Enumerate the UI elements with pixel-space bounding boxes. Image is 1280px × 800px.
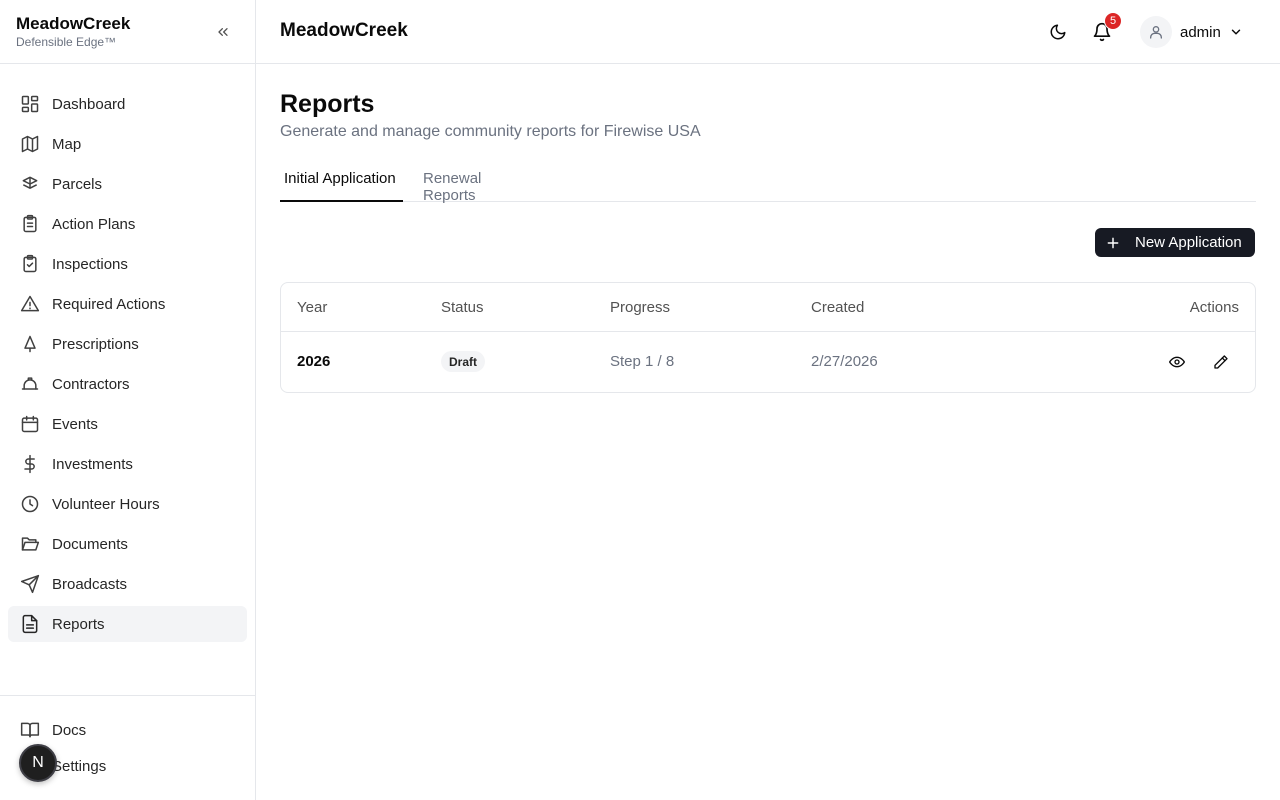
sidebar-item-investments[interactable]: Investments bbox=[8, 446, 247, 482]
sidebar-item-label: Map bbox=[52, 135, 82, 153]
cell-created: 2/27/2026 bbox=[811, 353, 878, 370]
sidebar-item-required-actions[interactable]: Required Actions bbox=[8, 286, 247, 322]
page-subtitle: Generate and manage community reports fo… bbox=[280, 123, 701, 140]
sidebar-item-inspections[interactable]: Inspections bbox=[8, 246, 247, 282]
sidebar-item-label: Investments bbox=[52, 455, 133, 473]
column-header-progress: Progress bbox=[610, 299, 671, 316]
sidebar-item-prescriptions[interactable]: Prescriptions bbox=[8, 326, 247, 362]
eye-icon bbox=[1169, 356, 1185, 368]
folder-open-icon bbox=[20, 534, 40, 554]
sidebar-item-label: Required Actions bbox=[52, 295, 166, 313]
file-text-icon bbox=[20, 614, 40, 634]
user-name: admin bbox=[1180, 23, 1221, 41]
dollar-icon bbox=[20, 454, 40, 474]
sidebar-item-parcels[interactable]: Parcels bbox=[8, 166, 247, 202]
avatar bbox=[1140, 16, 1172, 48]
sidebar-item-broadcasts[interactable]: Broadcasts bbox=[8, 566, 247, 602]
sidebar-item-label: Dashboard bbox=[52, 95, 126, 113]
report-tabs: Initial Application Renewal Reports bbox=[280, 164, 1256, 204]
send-icon bbox=[20, 574, 40, 594]
warning-triangle-icon bbox=[20, 294, 40, 314]
new-application-button[interactable]: New Application bbox=[1095, 228, 1255, 257]
table-header: Year Status Progress Created Actions bbox=[281, 283, 1255, 332]
chevron-down-icon bbox=[1231, 29, 1241, 35]
fab-label: N bbox=[32, 754, 44, 771]
hard-hat-icon bbox=[20, 374, 40, 394]
brand-subtitle: Defensible Edge™ bbox=[16, 35, 117, 49]
header-title: MeadowCreek bbox=[280, 20, 408, 41]
sidebar-nav: Dashboard Map Parcels Action Plans Inspe… bbox=[0, 64, 255, 642]
column-header-actions: Actions bbox=[1189, 299, 1239, 316]
floating-assistant-button[interactable]: N bbox=[19, 744, 57, 782]
sidebar-item-label: Action Plans bbox=[52, 215, 136, 233]
clock-icon bbox=[20, 494, 40, 514]
sidebar-item-label: Volunteer Hours bbox=[52, 495, 160, 513]
new-application-label: New Application bbox=[1135, 234, 1242, 251]
cell-year: 2026 bbox=[297, 353, 331, 370]
sidebar-item-volunteer-hours[interactable]: Volunteer Hours bbox=[8, 486, 247, 522]
user-menu[interactable]: admin bbox=[1140, 16, 1243, 48]
sidebar-item-map[interactable]: Map bbox=[8, 126, 247, 162]
user-icon bbox=[1150, 26, 1162, 39]
sidebar-item-label: Parcels bbox=[52, 175, 103, 193]
parcels-icon bbox=[20, 174, 40, 194]
sidebar-item-label: Reports bbox=[52, 615, 105, 633]
column-header-year: Year bbox=[297, 299, 328, 316]
brand-name: MeadowCreek bbox=[16, 14, 131, 33]
edit-button[interactable] bbox=[1211, 352, 1231, 372]
sidebar-item-dashboard[interactable]: Dashboard bbox=[8, 86, 247, 122]
clipboard-list-icon bbox=[20, 214, 40, 234]
view-button[interactable] bbox=[1167, 352, 1187, 372]
map-icon bbox=[20, 134, 40, 154]
sidebar-item-label: Docs bbox=[52, 721, 87, 739]
clipboard-check-icon bbox=[20, 254, 40, 274]
tab-renewal-reports[interactable]: Renewal Reports bbox=[419, 164, 539, 204]
collapse-sidebar-button[interactable] bbox=[213, 22, 233, 42]
column-header-created: Created bbox=[811, 299, 865, 316]
sidebar-item-reports[interactable]: Reports bbox=[8, 606, 247, 642]
moon-icon bbox=[1050, 24, 1066, 40]
notification-count-badge: 5 bbox=[1104, 12, 1122, 30]
top-header: MeadowCreek 5 admin bbox=[256, 0, 1280, 64]
sidebar-item-label: Broadcasts bbox=[52, 575, 128, 593]
sidebar: MeadowCreek Defensible Edge™ Dashboard M… bbox=[0, 0, 256, 800]
pencil-icon bbox=[1214, 355, 1228, 369]
sidebar-item-documents[interactable]: Documents bbox=[8, 526, 247, 562]
plus-icon bbox=[1105, 235, 1121, 251]
column-header-status: Status bbox=[441, 299, 484, 316]
brand: MeadowCreek Defensible Edge™ bbox=[0, 0, 255, 64]
cell-progress: Step 1 / 8 bbox=[610, 353, 675, 370]
sidebar-item-label: Documents bbox=[52, 535, 128, 553]
calendar-icon bbox=[20, 414, 40, 434]
tab-initial-application[interactable]: Initial Application bbox=[280, 164, 403, 202]
sidebar-item-label: Prescriptions bbox=[52, 335, 139, 353]
tree-icon bbox=[20, 334, 40, 354]
table-row: 2026 Draft Step 1 / 8 2/27/2026 bbox=[281, 332, 1255, 392]
sidebar-item-label: Contractors bbox=[52, 375, 130, 393]
sidebar-item-events[interactable]: Events bbox=[8, 406, 247, 442]
sidebar-item-label: Events bbox=[52, 415, 98, 433]
sidebar-item-label: Settings bbox=[52, 757, 107, 775]
dashboard-icon bbox=[20, 94, 40, 114]
sidebar-item-contractors[interactable]: Contractors bbox=[8, 366, 247, 402]
book-icon bbox=[20, 720, 40, 740]
status-badge: Draft bbox=[441, 351, 486, 372]
sidebar-item-label: Inspections bbox=[52, 255, 128, 273]
page-title: Reports bbox=[280, 90, 375, 118]
theme-toggle-button[interactable] bbox=[1046, 20, 1070, 44]
applications-table: Year Status Progress Created Actions 202… bbox=[280, 282, 1256, 393]
sidebar-item-action-plans[interactable]: Action Plans bbox=[8, 206, 247, 242]
chevrons-left-icon bbox=[218, 27, 228, 36]
sidebar-item-docs[interactable]: Docs bbox=[8, 712, 247, 748]
